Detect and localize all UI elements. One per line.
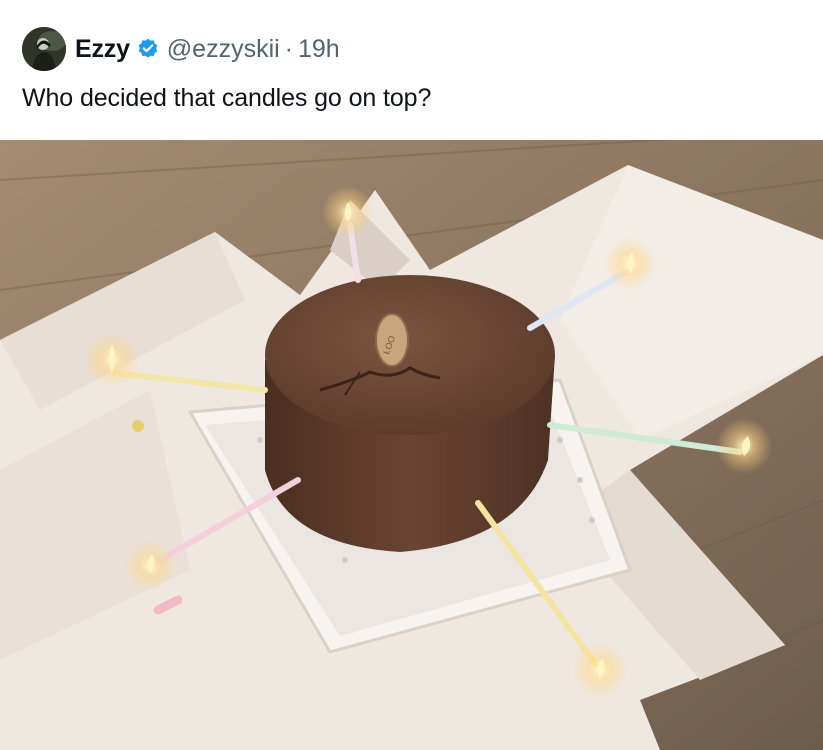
- display-name[interactable]: Ezzy: [75, 35, 130, 64]
- tweet-card: Ezzy @ezzyskii · 19h Who decided that ca…: [0, 0, 823, 750]
- tweet-photo[interactable]: ŁOO: [0, 140, 823, 750]
- separator-dot: ·: [284, 34, 293, 63]
- tweet-text: Who decided that candles go on top?: [22, 84, 432, 112]
- verified-badge-icon: [138, 38, 157, 58]
- avatar-image: [22, 27, 66, 71]
- avatar[interactable]: [22, 27, 66, 71]
- timestamp[interactable]: 19h: [298, 35, 340, 64]
- tweet-header: Ezzy @ezzyskii · 19h: [22, 27, 340, 71]
- user-handle[interactable]: @ezzyskii: [167, 35, 280, 64]
